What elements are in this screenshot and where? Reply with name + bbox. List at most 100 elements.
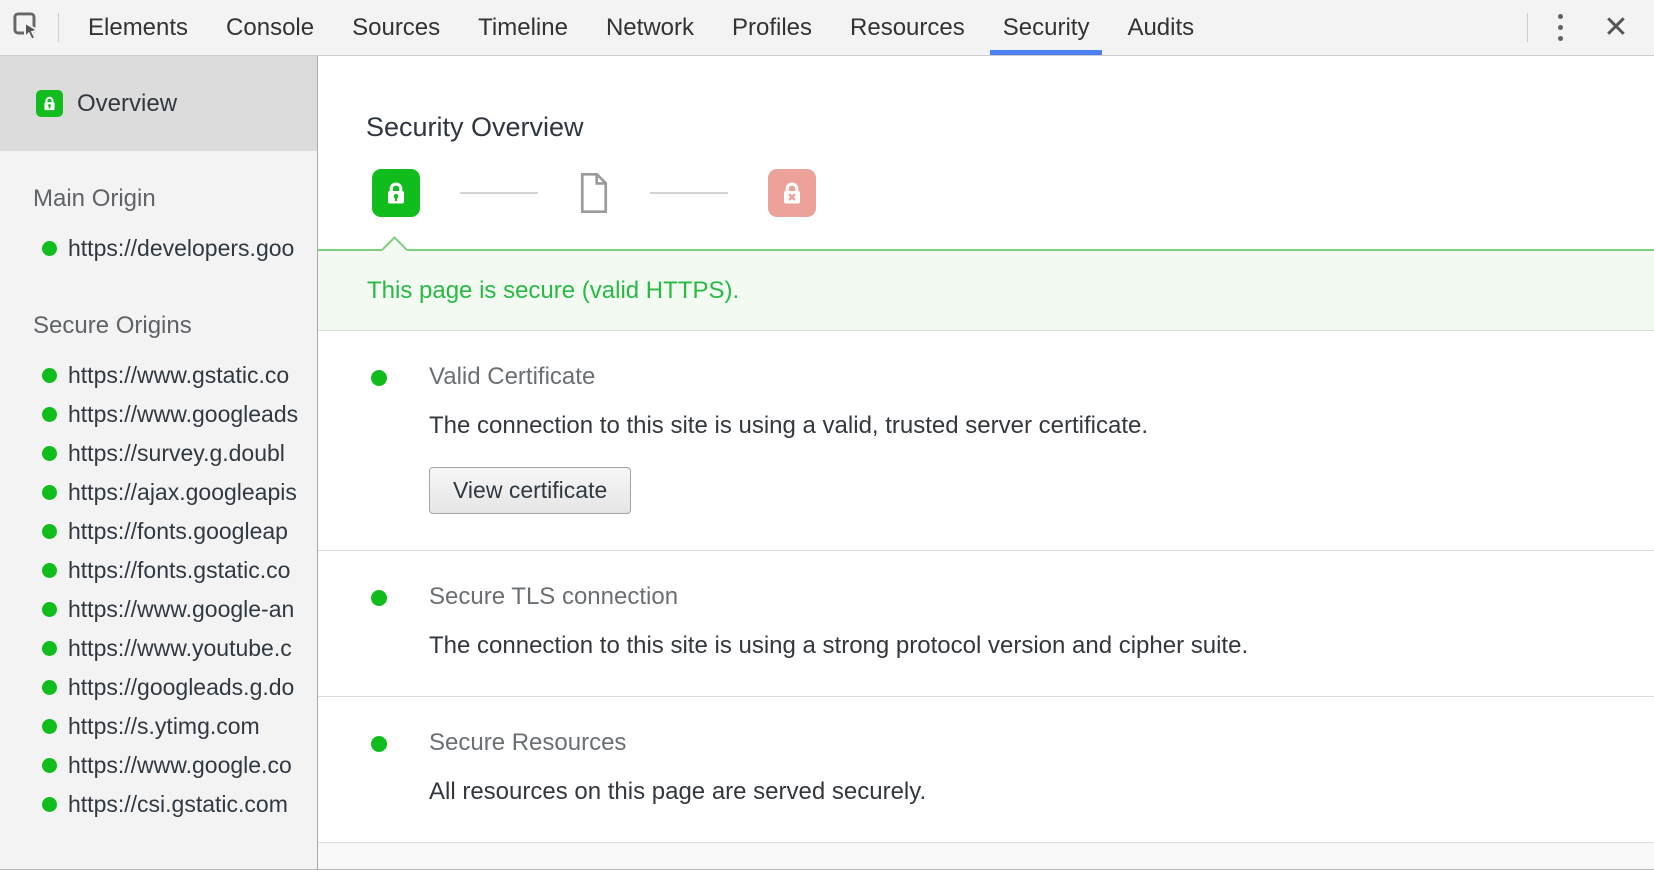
inspect-cursor-icon bbox=[10, 9, 42, 46]
section-heading: Valid Certificate bbox=[429, 363, 1148, 391]
origin-url: https://www.googleads bbox=[68, 401, 298, 428]
tab-label: Resources bbox=[850, 14, 965, 42]
secure-status-dot bbox=[42, 641, 57, 656]
overview-label: Overview bbox=[77, 90, 177, 118]
secure-origin-list: https://www.gstatic.co https://www.googl… bbox=[0, 356, 317, 824]
close-icon: ✕ bbox=[1603, 10, 1628, 45]
connector-line bbox=[650, 192, 728, 194]
section-heading: Secure Resources bbox=[429, 729, 926, 757]
origin-item[interactable]: https://s.ytimg.com bbox=[0, 707, 317, 746]
tab-label: Timeline bbox=[478, 14, 568, 42]
kebab-icon bbox=[1558, 14, 1563, 19]
main-origin-list: https://developers.goo bbox=[0, 229, 317, 268]
origin-url: https://fonts.googleap bbox=[68, 518, 288, 545]
origin-url: https://fonts.gstatic.co bbox=[68, 557, 290, 584]
tab-sources[interactable]: Sources bbox=[333, 0, 459, 55]
tab-network[interactable]: Network bbox=[587, 0, 713, 55]
tab-label: Network bbox=[606, 14, 694, 42]
tab-console[interactable]: Console bbox=[207, 0, 333, 55]
security-summary-text: This page is secure (valid HTTPS). bbox=[367, 277, 739, 305]
secure-status-dot bbox=[42, 758, 57, 773]
section-secure-resources: Secure Resources All resources on this p… bbox=[318, 697, 1654, 842]
origin-url: https://csi.gstatic.com bbox=[68, 791, 288, 818]
secure-status-dot bbox=[42, 719, 57, 734]
panel-tabs: Elements Console Sources Timeline Networ… bbox=[69, 0, 1213, 55]
secure-status-dot bbox=[42, 485, 57, 500]
section-valid-certificate: Valid Certificate The connection to this… bbox=[318, 331, 1654, 550]
secure-lock-icon-large bbox=[372, 169, 420, 217]
origin-url: https://www.gstatic.co bbox=[68, 362, 289, 389]
origin-item[interactable]: https://survey.g.doubl bbox=[0, 434, 317, 473]
origin-item[interactable]: https://www.gstatic.co bbox=[0, 356, 317, 395]
insecure-lock-icon-large bbox=[768, 169, 816, 217]
secure-status-dot bbox=[42, 797, 57, 812]
origin-item[interactable]: https://developers.goo bbox=[0, 229, 317, 268]
secure-status-dot bbox=[42, 446, 57, 461]
secure-status-dot bbox=[42, 524, 57, 539]
security-sidebar: Overview Main Origin https://developers.… bbox=[0, 56, 318, 869]
secure-status-dot bbox=[42, 241, 57, 256]
secure-status-dot bbox=[42, 407, 57, 422]
main-origin-header: Main Origin bbox=[0, 185, 317, 213]
origin-url: https://ajax.googleapis bbox=[68, 479, 297, 506]
tab-label: Sources bbox=[352, 14, 440, 42]
section-description: The connection to this site is using a v… bbox=[429, 412, 1148, 440]
secure-status-dot bbox=[371, 590, 387, 606]
secure-status-dot bbox=[42, 368, 57, 383]
tab-label: Console bbox=[226, 14, 314, 42]
close-devtools-button[interactable]: ✕ bbox=[1586, 0, 1646, 55]
security-overview-panel: Security Overview bbox=[318, 56, 1654, 869]
connector-line bbox=[460, 192, 538, 194]
view-certificate-button[interactable]: View certificate bbox=[429, 467, 631, 514]
devtools-window: Elements Console Sources Timeline Networ… bbox=[0, 0, 1654, 870]
toolbar-spacer bbox=[1213, 0, 1521, 55]
security-summary-banner: This page is secure (valid HTTPS). bbox=[318, 249, 1654, 331]
origin-url: https://www.youtube.c bbox=[68, 635, 292, 662]
origin-item[interactable]: https://www.googleads bbox=[0, 395, 317, 434]
origin-item[interactable]: https://fonts.googleap bbox=[0, 512, 317, 551]
toolbar-divider-right bbox=[1527, 13, 1528, 42]
tab-label: Elements bbox=[88, 14, 188, 42]
secure-status-dot bbox=[42, 563, 57, 578]
tab-elements[interactable]: Elements bbox=[69, 0, 207, 55]
origin-url: https://s.ytimg.com bbox=[68, 713, 260, 740]
origin-url: https://survey.g.doubl bbox=[68, 440, 285, 467]
more-options-button[interactable] bbox=[1534, 0, 1586, 55]
secure-origins-header: Secure Origins bbox=[0, 312, 317, 340]
tab-security[interactable]: Security bbox=[984, 0, 1109, 55]
origin-url: https://www.google.co bbox=[68, 752, 292, 779]
origin-item[interactable]: https://www.google.co bbox=[0, 746, 317, 785]
origin-item[interactable]: https://www.youtube.c bbox=[0, 629, 317, 668]
panel-body: Overview Main Origin https://developers.… bbox=[0, 56, 1654, 869]
inspect-element-button[interactable] bbox=[0, 0, 52, 55]
security-state-icons bbox=[318, 143, 1654, 221]
tab-audits[interactable]: Audits bbox=[1108, 0, 1213, 55]
tab-timeline[interactable]: Timeline bbox=[459, 0, 587, 55]
sidebar-item-overview[interactable]: Overview bbox=[0, 56, 317, 151]
secure-status-dot bbox=[371, 370, 387, 386]
origin-item[interactable]: https://www.google-an bbox=[0, 590, 317, 629]
origin-item[interactable]: https://ajax.googleapis bbox=[0, 473, 317, 512]
origin-url: https://googleads.g.do bbox=[68, 674, 294, 701]
origin-url: https://developers.goo bbox=[68, 235, 294, 262]
secure-status-dot bbox=[42, 602, 57, 617]
toolbar-divider bbox=[58, 13, 59, 42]
banner-caret bbox=[381, 236, 408, 263]
origin-item[interactable]: https://fonts.gstatic.co bbox=[0, 551, 317, 590]
panel-footer-area bbox=[318, 842, 1654, 869]
tab-profiles[interactable]: Profiles bbox=[713, 0, 831, 55]
section-description: The connection to this site is using a s… bbox=[429, 632, 1248, 660]
origin-item[interactable]: https://googleads.g.do bbox=[0, 668, 317, 707]
tab-label: Security bbox=[1003, 14, 1090, 42]
neutral-page-icon bbox=[578, 172, 610, 214]
origin-item[interactable]: https://csi.gstatic.com bbox=[0, 785, 317, 824]
section-secure-tls: Secure TLS connection The connection to … bbox=[318, 551, 1654, 696]
tab-label: Profiles bbox=[732, 14, 812, 42]
secure-status-dot bbox=[42, 680, 57, 695]
secure-lock-icon bbox=[36, 90, 63, 117]
tab-resources[interactable]: Resources bbox=[831, 0, 984, 55]
tab-label: Audits bbox=[1127, 14, 1194, 42]
origin-url: https://www.google-an bbox=[68, 596, 294, 623]
section-description: All resources on this page are served se… bbox=[429, 778, 926, 806]
devtools-toolbar: Elements Console Sources Timeline Networ… bbox=[0, 0, 1654, 56]
